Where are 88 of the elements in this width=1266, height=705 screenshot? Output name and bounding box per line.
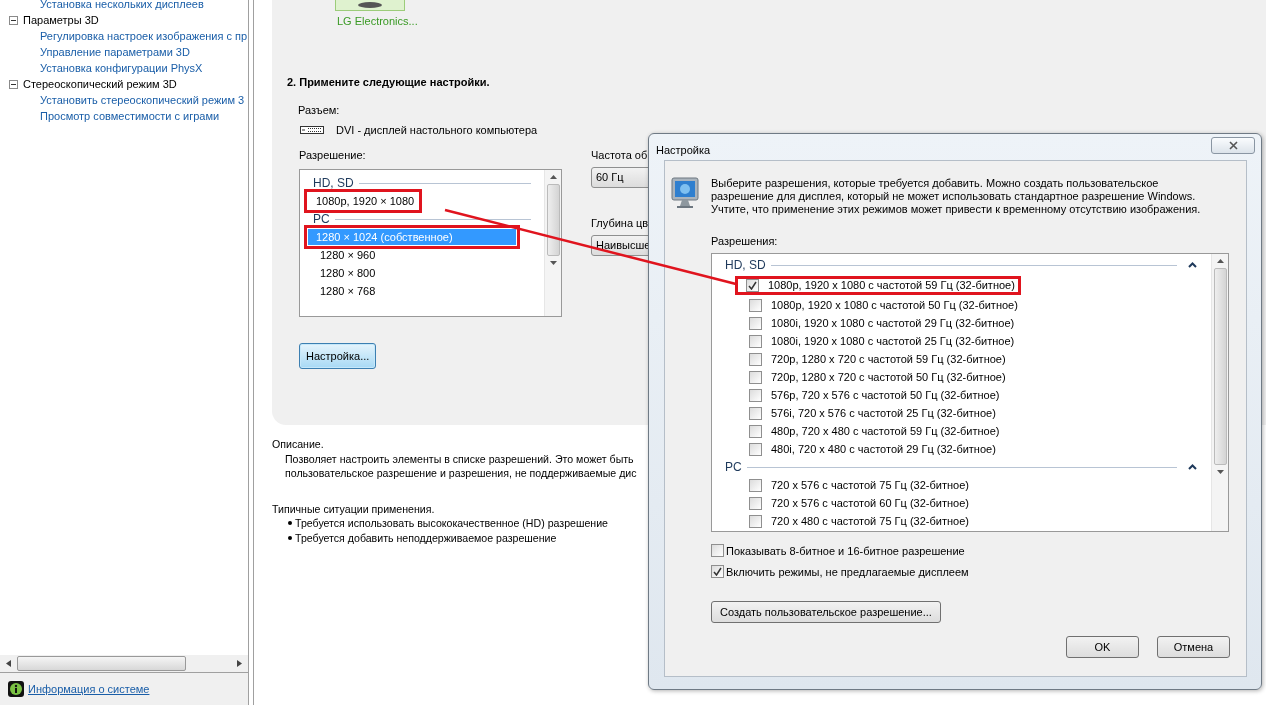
- cancel-button[interactable]: Отмена: [1157, 636, 1230, 658]
- collapse-icon[interactable]: [9, 15, 18, 25]
- resolution-option: 720p, 1280 x 720 с частотой 59 Гц (32-битное): [768, 353, 1006, 365]
- scroll-down-icon[interactable]: [1216, 470, 1224, 474]
- tree-group[interactable]: Параметры 3D: [23, 14, 99, 26]
- checkbox[interactable]: [749, 388, 762, 402]
- resolution-option: 720 x 576 с частотой 75 Гц (32-битное): [768, 479, 969, 491]
- tree-item[interactable]: Просмотр совместимости с играми: [0, 108, 248, 124]
- checkbox[interactable]: [749, 352, 762, 366]
- bullet-icon: [288, 521, 292, 525]
- tree-item[interactable]: Установить стереоскопический режим 3: [0, 92, 248, 108]
- customize-button[interactable]: Настройка...: [299, 343, 377, 369]
- display-name: LG Electronics...: [337, 15, 418, 27]
- display-tile[interactable]: [335, 0, 405, 11]
- checkbox[interactable]: [749, 316, 762, 330]
- checkbox[interactable]: [749, 496, 762, 510]
- checkbox[interactable]: [746, 278, 759, 292]
- collapse-icon[interactable]: [1188, 262, 1197, 268]
- create-custom-resolution-button[interactable]: Создать пользовательское разрешение...: [711, 601, 941, 623]
- resolution-option: 576p, 720 x 576 с частотой 50 Гц (32-битное): [768, 389, 1000, 401]
- resolution-option: 480i, 720 x 480 с частотой 29 Гц (32-битное): [768, 443, 996, 455]
- connector-value: DVI - дисплей настольного компьютера: [336, 124, 538, 136]
- resolution-option: 576i, 720 x 576 с частотой 25 Гц (32-битное): [768, 407, 996, 419]
- collapse-icon[interactable]: [9, 79, 18, 89]
- field-label: Разрешения:: [711, 235, 779, 247]
- system-info-link[interactable]: Информация о системе: [28, 683, 150, 695]
- description-text: пользовательское разрешение и разрешения, не поддерживаемые дис: [285, 467, 637, 481]
- section-title: Описание.: [272, 438, 324, 450]
- checkbox[interactable]: [749, 298, 762, 312]
- checkbox-label[interactable]: Включить режимы, не предлагаемые дисплеем: [726, 565, 969, 578]
- tree-item[interactable]: Регулировка настроек изображения с пр: [0, 28, 248, 44]
- info-icon: [8, 681, 24, 697]
- collapse-icon[interactable]: [1188, 464, 1197, 470]
- field-label: Частота об: [591, 149, 648, 163]
- monitor-stand-icon: [355, 2, 385, 10]
- resolution-option: 720 x 576 с частотой 60 Гц (32-битное): [768, 497, 969, 509]
- tree-item[interactable]: Управление параметрами 3D: [0, 44, 248, 60]
- checkbox[interactable]: [749, 406, 762, 420]
- scroll-up-icon[interactable]: [549, 175, 557, 179]
- group-header: HD, SD: [725, 258, 766, 272]
- checkbox[interactable]: [749, 370, 762, 384]
- field-label: Разрешение:: [299, 149, 366, 163]
- close-icon: [1228, 141, 1238, 150]
- resolution-option: 480p, 720 x 480 с частотой 59 Гц (32-битное): [768, 425, 1000, 437]
- resolution-option: 1080p, 1920 x 1080 с частотой 59 Гц (32-битное): [765, 279, 1015, 291]
- checkbox[interactable]: [749, 424, 762, 438]
- field-label: Глубина цв: [591, 217, 649, 231]
- checkbox[interactable]: [711, 565, 724, 578]
- checkbox[interactable]: [749, 478, 762, 492]
- tree-item[interactable]: Установка нескольких дисплеев: [0, 0, 248, 12]
- usage-item: Требуется добавить неподдерживаемое разрешение: [295, 532, 557, 544]
- horizontal-scrollbar[interactable]: [0, 655, 248, 673]
- step-title: 2. Примените следующие настройки.: [287, 76, 491, 88]
- resolution-item[interactable]: 1280 × 768: [300, 283, 380, 299]
- group-header: HD, SD: [313, 176, 354, 190]
- dialog-title: Настройка: [656, 144, 711, 156]
- vertical-scrollbar[interactable]: [544, 170, 561, 316]
- checkbox-label[interactable]: Показывать 8-битное и 16-битное разрешение: [726, 544, 965, 557]
- checkbox[interactable]: [711, 544, 724, 557]
- tree-group[interactable]: Стереоскопический режим 3D: [23, 78, 177, 90]
- group-header: PC: [725, 460, 742, 474]
- field-label: Разъем:: [298, 104, 341, 116]
- scroll-right-icon[interactable]: [237, 660, 242, 667]
- dvi-connector-icon: [300, 126, 324, 134]
- monitor-icon: [671, 177, 699, 209]
- scroll-left-icon[interactable]: [6, 660, 11, 667]
- ok-button[interactable]: OK: [1066, 636, 1139, 658]
- resolution-item[interactable]: 1280 × 960: [300, 247, 380, 263]
- resolution-option: 720 x 480 с частотой 75 Гц (32-битное): [768, 515, 969, 527]
- close-button[interactable]: [1211, 137, 1255, 154]
- scroll-down-icon[interactable]: [549, 261, 557, 265]
- resolution-option: 1080i, 1920 x 1080 с частотой 29 Гц (32-битное): [768, 317, 1015, 329]
- section-title: Типичные ситуации применения.: [272, 503, 435, 515]
- checkbox[interactable]: [749, 334, 762, 348]
- resolution-option: 1080i, 1920 x 1080 с частотой 25 Гц (32-битное): [768, 335, 1015, 347]
- checkbox[interactable]: [749, 514, 762, 528]
- dialog-instructions: Выберите разрешения, которые требуется добавить. Можно создать пользовательское разрешение для дисплея, который не может использовать стандартное разрешение Windows. Учтите, что применение этих режимов может привести к временному отсутствию изображения.: [711, 177, 1202, 216]
- resolution-option: 1080p, 1920 x 1080 с частотой 50 Гц (32-битное): [768, 299, 1018, 311]
- resolution-option: 720p, 1280 x 720 с частотой 50 Гц (32-битное): [768, 371, 1006, 383]
- group-header: PC: [313, 212, 330, 226]
- description-text: Позволяет настроить элементы в списке разрешений. Это может быть: [285, 453, 634, 467]
- resolution-item[interactable]: 1280 × 800: [300, 265, 380, 281]
- bullet-icon: [288, 536, 292, 540]
- scroll-up-icon[interactable]: [1216, 259, 1224, 263]
- vertical-scrollbar[interactable]: [1211, 254, 1228, 531]
- tree-item[interactable]: Установка конфигурации PhysX: [0, 60, 248, 76]
- usage-item: Требуется использовать высококачественное (HD) разрешение: [295, 517, 608, 529]
- checkbox[interactable]: [749, 442, 762, 456]
